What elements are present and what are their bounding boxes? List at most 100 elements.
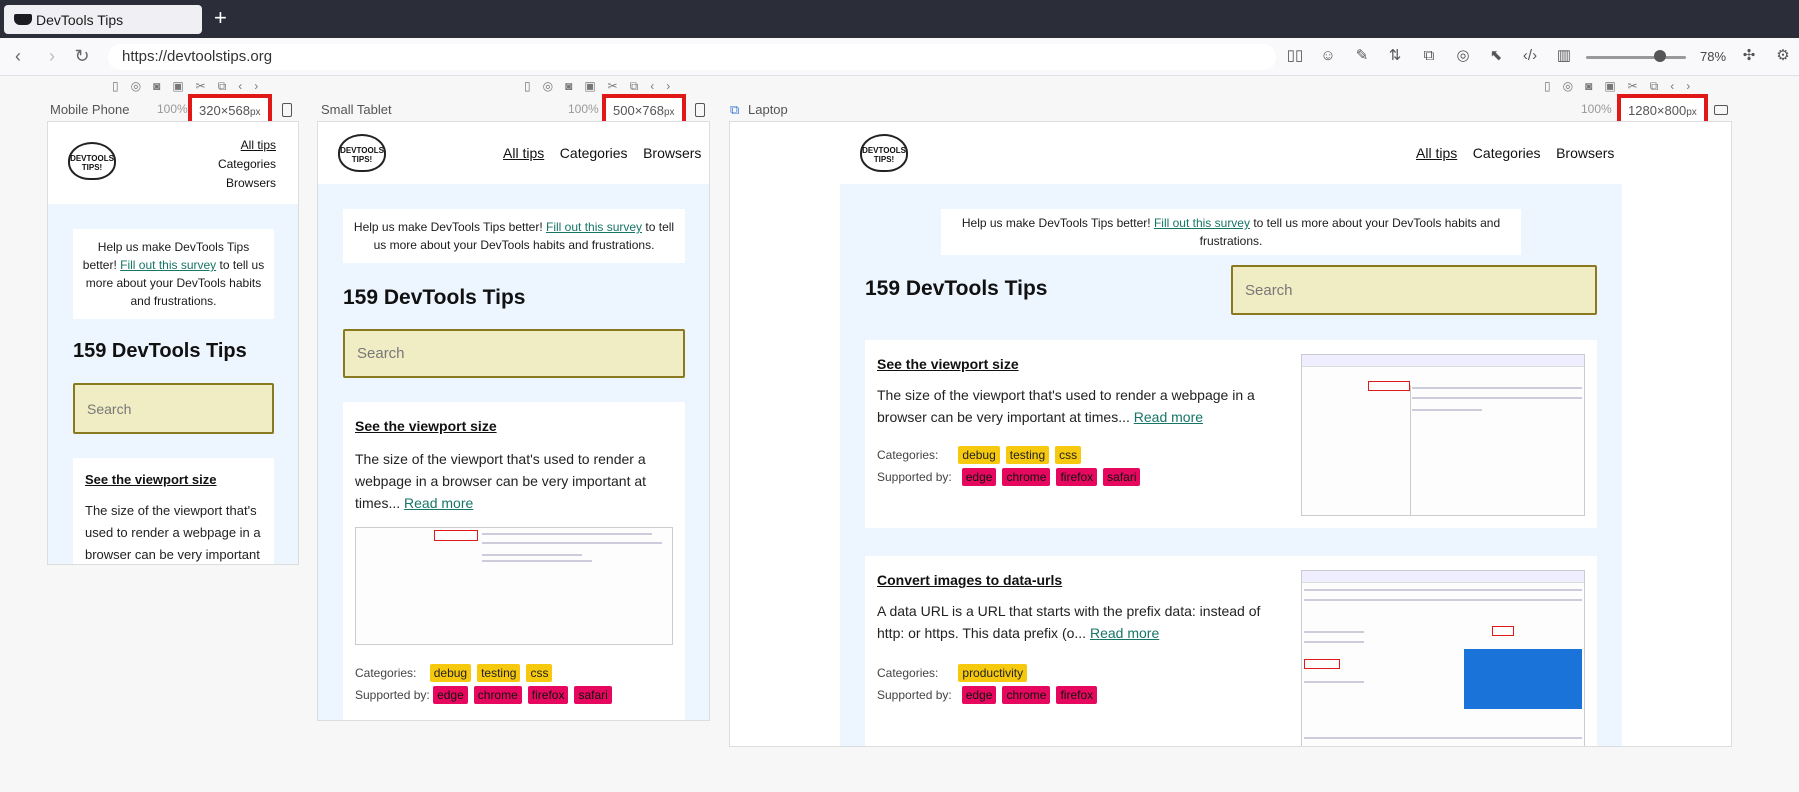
- tablet-device-tools[interactable]: ▯◎◙▣✂⧉‹›: [524, 79, 682, 95]
- survey-link[interactable]: Fill out this survey: [120, 258, 216, 272]
- tip-categories: Categories: debug testing css: [355, 664, 558, 682]
- address-bar[interactable]: https://devtoolstips.org: [108, 44, 1276, 70]
- console-line: [1412, 409, 1482, 411]
- tip-screenshot[interactable]: [355, 527, 673, 645]
- survey-link[interactable]: Fill out this survey: [1154, 216, 1250, 230]
- site-nav: All tips Categories Browsers: [503, 145, 701, 161]
- browser-tag[interactable]: edge: [433, 686, 468, 704]
- tip-title[interactable]: See the viewport size: [877, 356, 1019, 372]
- search-input[interactable]: Search: [73, 383, 274, 434]
- category-tag[interactable]: testing: [1005, 446, 1050, 464]
- screenshot-icon[interactable]: ◎: [1452, 45, 1474, 67]
- nav-browsers[interactable]: Browsers: [643, 145, 701, 161]
- status-row: [1304, 737, 1582, 739]
- extensions-icon[interactable]: ✣: [1738, 45, 1760, 67]
- site-logo[interactable]: DEVTOOLS TIPS!: [860, 134, 908, 172]
- category-tag[interactable]: css: [1055, 446, 1082, 464]
- site-logo[interactable]: DEVTOOLS TIPS!: [338, 134, 386, 172]
- settings-icon[interactable]: ⚙: [1772, 45, 1794, 67]
- read-more-link[interactable]: Read more: [1134, 409, 1203, 425]
- rotate-device-icon[interactable]: [1714, 105, 1728, 115]
- inspect-icon[interactable]: ⬉: [1485, 45, 1507, 67]
- forward-icon[interactable]: ›: [42, 46, 62, 67]
- site-logo[interactable]: DEVTOOLS TIPS!: [68, 142, 116, 180]
- survey-link[interactable]: Fill out this survey: [546, 220, 642, 234]
- browser-tab[interactable]: DevTools Tips: [4, 5, 202, 34]
- mobile-viewport[interactable]: DEVTOOLS TIPS! All tips Categories Browse…: [47, 121, 299, 565]
- tip-browsers: Supported by: edge chrome firefox safari: [877, 468, 1146, 486]
- site-nav: All tips Categories Browsers: [1416, 145, 1614, 161]
- tip-screenshot[interactable]: [1301, 570, 1585, 746]
- rotate-device-icon[interactable]: [282, 103, 292, 117]
- survey-banner: Help us make DevTools Tips better! Fill …: [73, 229, 274, 319]
- browser-tag[interactable]: firefox: [1056, 686, 1098, 704]
- browser-tag[interactable]: firefox: [527, 686, 569, 704]
- device-height: 800: [1664, 103, 1687, 118]
- read-more-link[interactable]: Read more: [1090, 625, 1159, 641]
- browser-tag[interactable]: edge: [961, 686, 997, 704]
- browser-tag[interactable]: safari: [574, 686, 612, 704]
- rotate-device-icon[interactable]: [695, 103, 705, 117]
- categories-label: Categories:: [355, 666, 417, 680]
- device-count-icon[interactable]: ⧉: [1418, 45, 1440, 67]
- device-width: 1280: [1628, 103, 1657, 118]
- sidebar-icon[interactable]: ▥: [1553, 45, 1575, 67]
- mobile-device-tools[interactable]: ▯◎◙▣✂⧉‹›: [112, 79, 270, 95]
- category-tag[interactable]: testing: [477, 664, 521, 682]
- device-label-text: Laptop: [748, 102, 788, 117]
- read-more-link[interactable]: Read more: [404, 495, 473, 511]
- nav-browsers[interactable]: Browsers: [218, 174, 276, 193]
- network-row: [1304, 681, 1364, 683]
- zoom-slider-handle[interactable]: [1654, 50, 1666, 62]
- tip-title[interactable]: Convert images to data-urls: [877, 572, 1062, 588]
- pen-icon[interactable]: ✎: [1351, 45, 1373, 67]
- laptop-viewport[interactable]: DEVTOOLS TIPS! All tips Categories Browse…: [729, 121, 1732, 747]
- tip-excerpt: The size of the viewport that's used to …: [355, 448, 673, 514]
- category-tag[interactable]: productivity: [958, 664, 1028, 682]
- tip-card: See the viewport size The size of the vi…: [343, 402, 685, 720]
- browser-tag[interactable]: chrome: [473, 686, 522, 704]
- category-tag[interactable]: debug: [958, 446, 1000, 464]
- browser-tag[interactable]: firefox: [1056, 468, 1098, 486]
- times-sign: ×: [1656, 103, 1665, 118]
- nav-categories[interactable]: Categories: [560, 145, 628, 161]
- nav-all-tips[interactable]: All tips: [1416, 145, 1457, 161]
- browser-tag[interactable]: chrome: [1002, 686, 1051, 704]
- devtools-toolbar: [482, 542, 662, 544]
- unit: px: [250, 107, 261, 118]
- category-tag[interactable]: debug: [429, 664, 472, 682]
- nav-categories[interactable]: Categories: [218, 155, 276, 174]
- tip-title[interactable]: See the viewport size: [355, 418, 497, 434]
- search-input[interactable]: Search: [343, 329, 685, 378]
- sort-icon[interactable]: ⇅: [1384, 45, 1406, 67]
- tab-title: DevTools Tips: [36, 12, 124, 28]
- screenshot-tabbar: [1302, 355, 1584, 367]
- categories-label: Categories:: [877, 448, 939, 462]
- tip-screenshot[interactable]: [1301, 354, 1585, 516]
- puzzle-icon: ⧉: [730, 102, 740, 117]
- nav-all-tips[interactable]: All tips: [503, 145, 544, 161]
- search-input[interactable]: Search: [1231, 265, 1597, 315]
- unit: px: [664, 107, 675, 118]
- reload-icon[interactable]: ↻: [72, 46, 92, 67]
- nav-all-tips[interactable]: All tips: [218, 136, 276, 155]
- site-header: DEVTOOLS TIPS! All tips Categories Browse…: [730, 122, 1731, 184]
- navigation-bar: ‹ › ↻ https://devtoolstips.org ▯▯ ☺ ✎ ⇅ …: [0, 38, 1799, 76]
- zoom-slider[interactable]: [1586, 56, 1686, 59]
- browser-tag[interactable]: chrome: [1002, 468, 1051, 486]
- category-tag[interactable]: css: [526, 664, 553, 682]
- new-tab-button[interactable]: +: [214, 5, 234, 31]
- code-icon[interactable]: ‹/›: [1519, 45, 1541, 67]
- account-icon[interactable]: ☺: [1317, 45, 1339, 67]
- back-icon[interactable]: ‹: [8, 46, 28, 67]
- nav-categories[interactable]: Categories: [1473, 145, 1541, 161]
- tip-title[interactable]: See the viewport size: [85, 472, 217, 487]
- tablet-viewport[interactable]: DEVTOOLS TIPS! All tips Categories Browse…: [317, 121, 710, 721]
- browser-tag[interactable]: safari: [1103, 468, 1141, 486]
- tip-card: Convert images to data-urls A data URL i…: [865, 556, 1597, 746]
- laptop-device-tools[interactable]: ▯◎◙▣✂⧉‹›: [1544, 79, 1702, 95]
- tip-categories: Categories: debug testing css: [877, 446, 1087, 464]
- nav-browsers[interactable]: Browsers: [1556, 145, 1614, 161]
- responsive-mode-icon[interactable]: ▯▯: [1284, 45, 1306, 67]
- browser-tag[interactable]: edge: [961, 468, 997, 486]
